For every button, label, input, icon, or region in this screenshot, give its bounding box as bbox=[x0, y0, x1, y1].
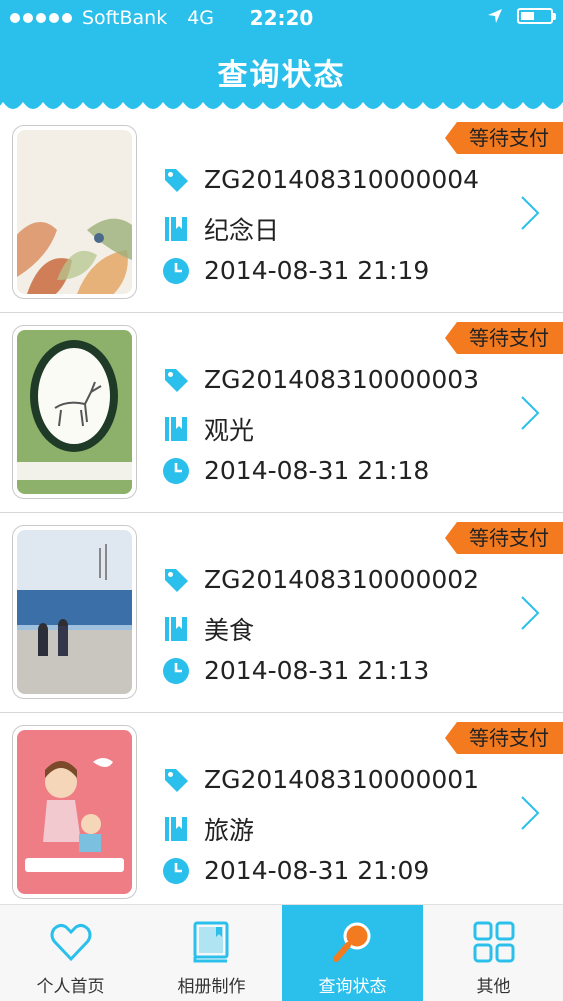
theme-row: 美食 bbox=[162, 611, 254, 647]
order-datetime: 2014-08-31 21:18 bbox=[204, 456, 430, 485]
order-item[interactable]: 等待支付 ZG201408310000004 纪念日 2014-08-31 21:19 bbox=[0, 113, 563, 313]
order-number: ZG201408310000001 bbox=[204, 765, 480, 794]
heart-icon bbox=[48, 919, 94, 965]
order-number: ZG201408310000004 bbox=[204, 165, 480, 194]
theme-row: 观光 bbox=[162, 411, 254, 447]
theme-row: 纪念日 bbox=[162, 211, 279, 247]
album-cover-image bbox=[17, 130, 132, 294]
tag-icon bbox=[162, 766, 190, 794]
status-right bbox=[487, 8, 556, 24]
order-number-row: ZG201408310000002 bbox=[162, 565, 479, 594]
location-arrow-icon bbox=[488, 9, 502, 23]
order-datetime: 2014-08-31 21:13 bbox=[204, 656, 430, 685]
wave-divider bbox=[0, 98, 563, 109]
clock: 22:20 bbox=[249, 6, 314, 30]
album-cover-image bbox=[17, 730, 132, 894]
tab-label: 个人首页 bbox=[36, 977, 105, 997]
book-icon bbox=[162, 215, 190, 243]
clock-icon bbox=[162, 457, 190, 485]
tag-icon bbox=[162, 366, 190, 394]
order-number-row: ZG201408310000004 bbox=[162, 165, 479, 194]
album-cover-image bbox=[17, 530, 132, 694]
tab-label: 查询状态 bbox=[318, 977, 387, 997]
book-icon bbox=[162, 415, 190, 443]
datetime-row: 2014-08-31 21:09 bbox=[162, 856, 429, 885]
tab-other[interactable]: 其他 bbox=[423, 905, 563, 1001]
datetime-row: 2014-08-31 21:19 bbox=[162, 256, 429, 285]
album-cover-image bbox=[17, 330, 132, 494]
nav-bar: 查询状态 bbox=[0, 38, 563, 102]
status-badge: 等待支付 bbox=[445, 722, 563, 754]
tab-label: 其他 bbox=[476, 977, 511, 997]
chevron-right-icon[interactable] bbox=[519, 595, 541, 631]
album-cover-frame bbox=[12, 725, 137, 899]
order-item[interactable]: 等待支付 ZG201408310000003 观光 2014-08-31 21:18 bbox=[0, 313, 563, 513]
datetime-row: 2014-08-31 21:13 bbox=[162, 656, 429, 685]
status-badge: 等待支付 bbox=[445, 522, 563, 554]
search-icon bbox=[330, 919, 376, 965]
order-number-row: ZG201408310000003 bbox=[162, 365, 479, 394]
album-theme: 纪念日 bbox=[204, 216, 280, 245]
status-badge: 等待支付 bbox=[445, 322, 563, 354]
theme-row: 旅游 bbox=[162, 811, 254, 847]
tag-icon bbox=[162, 566, 190, 594]
album-cover-frame bbox=[12, 125, 137, 299]
album-theme: 美食 bbox=[204, 616, 255, 645]
tab-label: 相册制作 bbox=[177, 977, 246, 997]
order-number-row: ZG201408310000001 bbox=[162, 765, 479, 794]
order-list[interactable]: 等待支付 ZG201408310000004 纪念日 2014-08-31 21:19… bbox=[0, 113, 563, 913]
chevron-right-icon[interactable] bbox=[519, 395, 541, 431]
page-title: 查询状态 bbox=[217, 58, 346, 93]
book-icon bbox=[162, 615, 190, 643]
clock-icon bbox=[162, 857, 190, 885]
order-number: ZG201408310000003 bbox=[204, 365, 480, 394]
order-datetime: 2014-08-31 21:09 bbox=[204, 856, 430, 885]
album-cover-frame bbox=[12, 325, 137, 499]
order-item[interactable]: 等待支付 ZG201408310000001 旅游 2014-08-31 21:09 bbox=[0, 713, 563, 913]
clock-icon bbox=[162, 257, 190, 285]
album-icon bbox=[189, 919, 235, 965]
tab-home[interactable]: 个人首页 bbox=[0, 905, 141, 1001]
album-cover-frame bbox=[12, 525, 137, 699]
chevron-right-icon[interactable] bbox=[519, 795, 541, 831]
status-badge: 等待支付 bbox=[445, 122, 563, 154]
chevron-right-icon[interactable] bbox=[519, 195, 541, 231]
book-icon bbox=[162, 815, 190, 843]
tag-icon bbox=[162, 166, 190, 194]
album-theme: 观光 bbox=[204, 416, 255, 445]
battery-icon bbox=[517, 8, 556, 24]
status-bar: SoftBank 4G 22:20 bbox=[0, 0, 563, 38]
album-theme: 旅游 bbox=[204, 816, 255, 845]
grid-icon bbox=[471, 919, 517, 965]
order-item[interactable]: 等待支付 ZG201408310000002 美食 2014-08-31 21:13 bbox=[0, 513, 563, 713]
datetime-row: 2014-08-31 21:18 bbox=[162, 456, 429, 485]
tab-bar: 个人首页 相册制作 查询状态 其他 bbox=[0, 904, 563, 1001]
tab-album[interactable]: 相册制作 bbox=[141, 905, 282, 1001]
order-datetime: 2014-08-31 21:19 bbox=[204, 256, 430, 285]
order-number: ZG201408310000002 bbox=[204, 565, 480, 594]
clock-icon bbox=[162, 657, 190, 685]
tab-status[interactable]: 查询状态 bbox=[282, 905, 423, 1001]
